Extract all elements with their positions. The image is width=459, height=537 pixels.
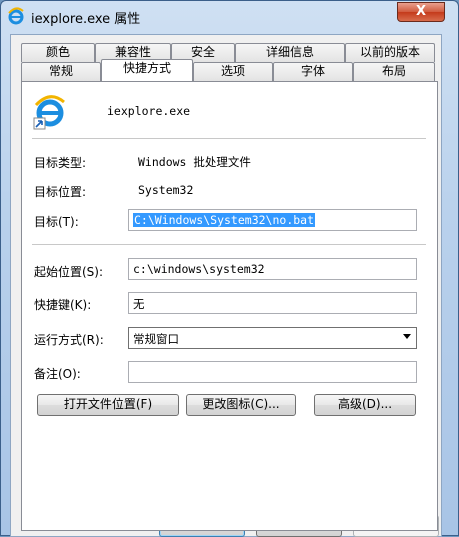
target-label: 目标(T): xyxy=(34,215,79,229)
target-location-label: 目标位置: xyxy=(34,185,87,199)
hotkey-input[interactable]: 无 xyxy=(128,292,417,314)
tab-previous-versions[interactable]: 以前的版本 xyxy=(345,43,435,62)
run-label: 运行方式(R): xyxy=(34,333,104,347)
ie-icon xyxy=(8,7,24,25)
tab-details[interactable]: 详细信息 xyxy=(235,43,345,62)
separator xyxy=(32,138,426,139)
comment-input[interactable] xyxy=(128,361,417,383)
advanced-button[interactable]: 高级(D)... xyxy=(314,394,416,416)
shortcut-filename: iexplore.exe xyxy=(107,104,191,118)
dropdown-arrow-icon xyxy=(403,334,411,339)
hotkey-label: 快捷键(K): xyxy=(34,298,92,312)
tab-layout[interactable]: 布局 xyxy=(353,62,435,81)
window-title: iexplore.exe 属性 xyxy=(31,12,141,27)
tab-color[interactable]: 颜色 xyxy=(21,43,95,62)
target-type-value: Windows 批处理文件 xyxy=(138,155,251,169)
target-location-value: System32 xyxy=(138,183,194,197)
title-bar[interactable]: iexplore.exe 属性 X xyxy=(1,1,458,33)
run-select[interactable]: 常规窗口 xyxy=(128,327,417,349)
tab-font[interactable]: 字体 xyxy=(273,62,353,81)
run-select-value: 常规窗口 xyxy=(133,332,179,346)
target-input[interactable]: C:\Windows\System32\no.bat xyxy=(128,209,417,231)
start-in-label: 起始位置(S): xyxy=(34,265,104,279)
tab-shortcut[interactable]: 快捷方式 xyxy=(101,59,193,81)
separator xyxy=(32,244,426,245)
change-icon-button[interactable]: 更改图标(C)... xyxy=(186,394,296,416)
ie-icon xyxy=(33,95,65,130)
comment-label: 备注(O): xyxy=(34,367,81,381)
shortcut-panel: iexplore.exe 目标类型: Windows 批处理文件 目标位置: S… xyxy=(21,81,438,531)
close-button[interactable]: X xyxy=(397,2,445,22)
tab-general[interactable]: 常规 xyxy=(21,62,101,81)
open-file-location-button[interactable]: 打开文件位置(F) xyxy=(37,394,179,416)
target-selected-text: C:\Windows\System32\no.bat xyxy=(133,213,316,227)
target-type-label: 目标类型: xyxy=(34,156,87,170)
start-in-input[interactable]: c:\windows\system32 xyxy=(128,258,417,280)
properties-window: iexplore.exe 属性 X 颜色 兼容性 安全 详细信息 以前的版本 常… xyxy=(0,0,459,537)
tab-options[interactable]: 选项 xyxy=(193,62,273,81)
